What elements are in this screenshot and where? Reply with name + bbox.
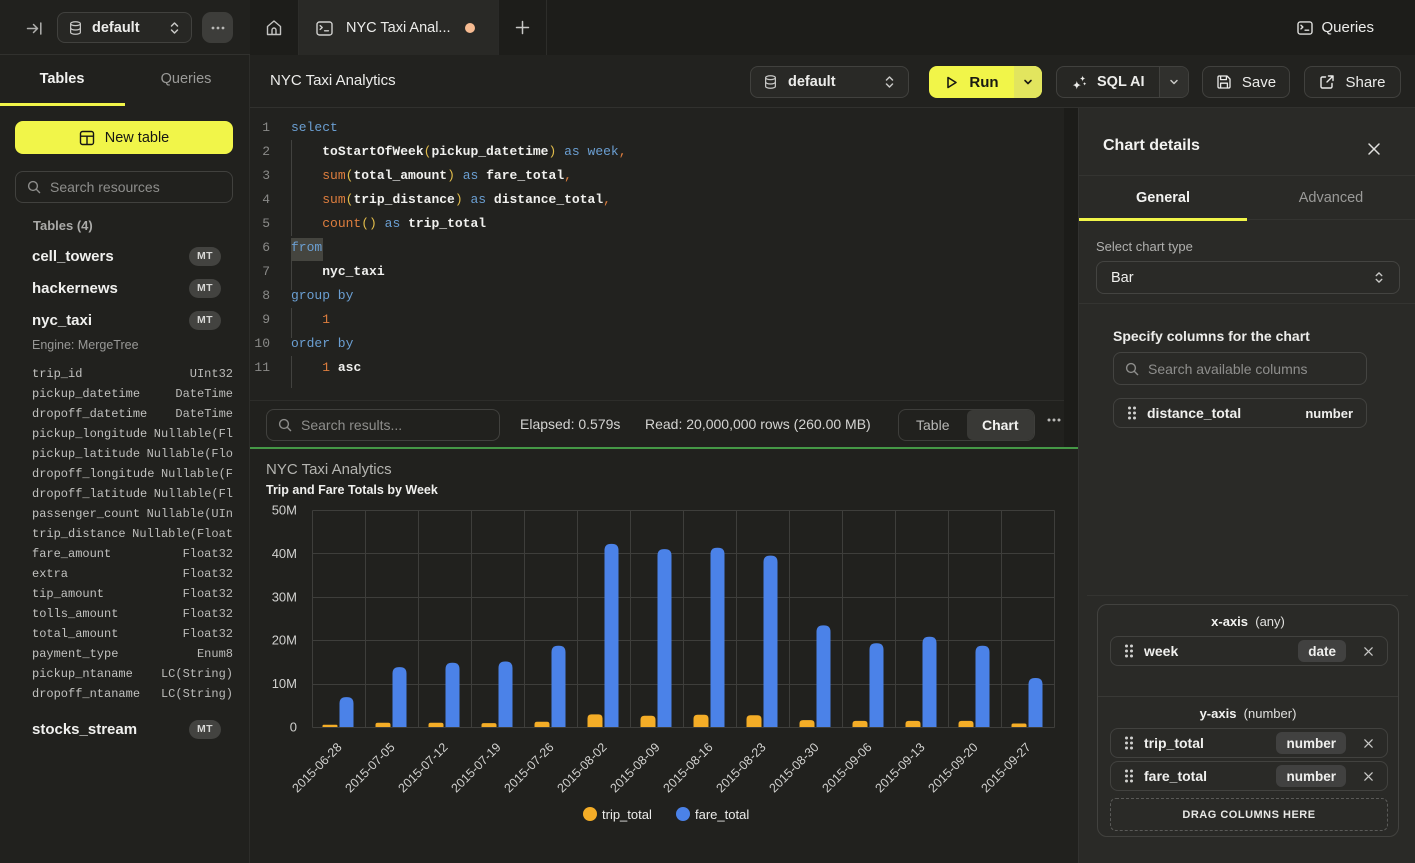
svg-text:2015-08-23: 2015-08-23 bbox=[714, 740, 769, 795]
svg-text:2015-07-05: 2015-07-05 bbox=[343, 740, 398, 795]
svg-text:fare_total: fare_total bbox=[695, 807, 749, 822]
svg-text:2015-08-02: 2015-08-02 bbox=[555, 740, 610, 795]
svg-text:2015-09-27: 2015-09-27 bbox=[979, 740, 1034, 795]
svg-text:2015-06-28: 2015-06-28 bbox=[290, 740, 345, 795]
svg-text:2015-07-12: 2015-07-12 bbox=[396, 740, 451, 795]
svg-text:20M: 20M bbox=[272, 633, 297, 648]
svg-text:50M: 50M bbox=[272, 503, 297, 518]
svg-text:2015-07-19: 2015-07-19 bbox=[449, 740, 504, 795]
svg-text:2015-08-09: 2015-08-09 bbox=[608, 740, 663, 795]
svg-text:2015-08-30: 2015-08-30 bbox=[767, 740, 822, 795]
svg-text:trip_total: trip_total bbox=[602, 807, 652, 822]
svg-text:40M: 40M bbox=[272, 546, 297, 561]
svg-text:2015-09-06: 2015-09-06 bbox=[820, 740, 875, 795]
svg-text:2015-07-26: 2015-07-26 bbox=[502, 740, 557, 795]
svg-text:2015-08-16: 2015-08-16 bbox=[661, 740, 716, 795]
svg-text:10M: 10M bbox=[272, 676, 297, 691]
svg-text:0: 0 bbox=[290, 720, 297, 735]
svg-text:2015-09-13: 2015-09-13 bbox=[873, 740, 928, 795]
svg-text:2015-09-20: 2015-09-20 bbox=[926, 740, 981, 795]
svg-text:30M: 30M bbox=[272, 589, 297, 604]
